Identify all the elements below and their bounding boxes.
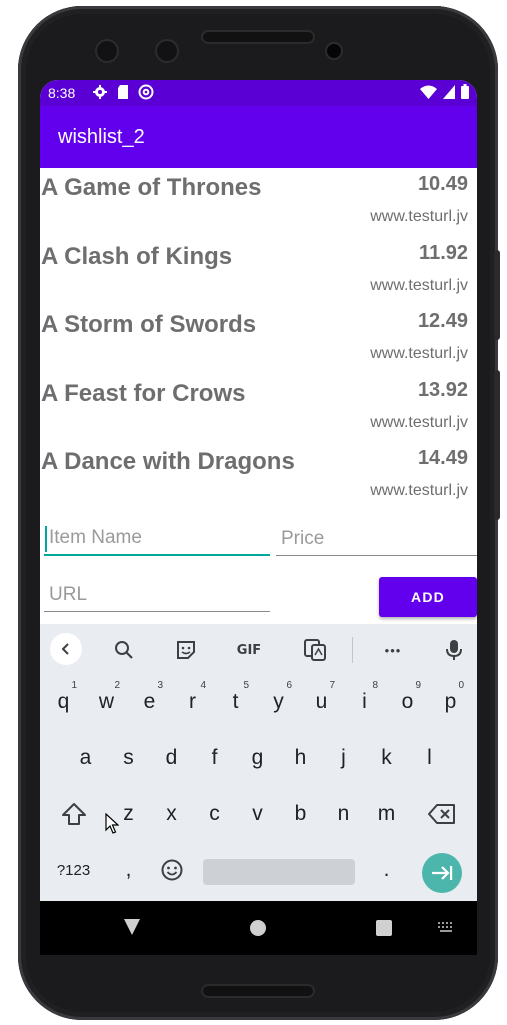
item-price: 11.92 [419,241,468,264]
key[interactable]: k [365,734,408,782]
wishlist: A Game of Thrones 10.49 www.testurl.jv A… [40,168,477,511]
space-bar[interactable] [203,859,355,885]
keyboard-row-2: a s d f g h j k l [40,734,477,790]
symbols-key[interactable]: ?123 [52,846,95,894]
url-input[interactable] [44,578,270,612]
key[interactable]: b [279,790,322,838]
navigation-bar [40,901,477,955]
more-icon[interactable]: ••• [377,635,409,665]
translate-icon[interactable] [299,635,331,665]
front-sensor [97,41,117,61]
emoji-icon[interactable] [150,846,193,894]
item-name: A Dance with Dragons [41,448,295,475]
key[interactable]: f [193,734,236,782]
status-time: 8:38 [48,85,76,101]
mic-icon[interactable] [438,635,470,665]
soft-keyboard: GIF ••• q1 w2 e3 r4 t5 y6 u7 i8 o 9 p 0 … [40,624,477,901]
battery-icon [461,84,469,99]
item-url: www.testurl.jv [370,208,468,225]
list-item[interactable]: A Clash of Kings 11.92 www.testurl.jv [40,237,477,306]
keyboard-row-4: ?123 , . [40,846,477,902]
front-camera [157,41,177,61]
list-item[interactable]: A Game of Thrones 10.49 www.testurl.jv [40,168,477,237]
key[interactable]: w2 [85,678,128,726]
volume-button [494,370,500,520]
key[interactable]: j [322,734,365,782]
proximity-sensor [327,44,341,58]
bottom-speaker [203,986,313,996]
item-price: 12.49 [417,310,468,332]
list-item[interactable]: A Feast for Crows 13.92 www.testurl.jv [40,374,477,443]
status-bar: 8:38 [40,80,477,106]
mouse-cursor-icon [105,813,119,834]
keyboard-row-1: q1 w2 e3 r4 t5 y6 u7 i8 o9 p0 [40,678,477,734]
period-key[interactable]: . [365,846,408,894]
gif-icon[interactable]: GIF [233,635,265,665]
key[interactable]: g [236,734,279,782]
item-price: 14.49 [417,447,468,469]
app-title: wishlist_2 [58,126,145,148]
key[interactable]: n [322,790,365,838]
key[interactable]: h [279,734,322,782]
key[interactable]: m [365,790,408,838]
wifi-icon [420,85,437,99]
sticker-icon[interactable] [170,635,202,665]
key[interactable]: q1 [42,678,85,726]
key[interactable]: d [150,734,193,782]
list-item[interactable]: A Dance with Dragons 14.49 www.testurl.j… [40,442,477,511]
item-url: www.testurl.jv [370,276,468,294]
key[interactable]: u7 [300,678,343,726]
at-sign-icon [138,84,154,100]
key[interactable]: e3 [128,678,171,726]
item-name: A Game of Thrones [41,174,262,201]
shift-icon[interactable] [52,790,95,838]
key[interactable]: t5 [214,678,257,726]
backspace-icon[interactable] [420,790,463,838]
comma-key[interactable]: , [107,846,150,894]
sd-card-icon [118,85,128,99]
item-name: A Feast for Crows [41,379,246,407]
key[interactable]: i8 [343,678,386,726]
key[interactable]: y6 [257,678,300,726]
enter-icon[interactable] [422,853,462,893]
list-item[interactable]: A Storm of Swords 12.49 www.testurl.jv [40,305,477,374]
key[interactable]: x [150,790,193,838]
search-icon[interactable] [108,635,140,665]
key[interactable]: r4 [171,678,214,726]
app-bar: wishlist_2 [40,106,477,168]
device-frame: 8:38 wishlist_2 A Game of Thrones 10.49 … [0,0,507,1025]
key[interactable]: v [236,790,279,838]
key[interactable]: o9 [386,678,429,726]
item-url: www.testurl.jv [370,413,468,431]
item-url: www.testurl.jv [370,345,468,362]
status-icons-left [92,84,154,100]
nav-back-icon[interactable] [123,918,141,936]
nav-home-icon[interactable] [250,920,266,936]
key[interactable]: a [64,734,107,782]
item-name: A Storm of Swords [41,311,257,338]
add-button[interactable]: ADD [379,577,477,617]
item-url: www.testurl.jv [370,482,468,499]
price-input[interactable] [276,522,477,556]
toolbar-divider [352,637,353,663]
item-price: 13.92 [417,378,468,401]
gear-icon [93,85,107,99]
key[interactable]: p0 [429,678,472,726]
key[interactable]: l [408,734,451,782]
item-price: 10.49 [417,173,468,195]
earpiece-speaker [203,32,313,42]
key[interactable]: c [193,790,236,838]
back-icon[interactable] [50,633,82,665]
item-name: A Clash of Kings [41,242,233,270]
status-icons-right [420,84,469,99]
nav-recents-icon[interactable] [376,920,392,936]
power-button [494,250,500,340]
key[interactable]: s [107,734,150,782]
text-caret [45,526,47,552]
item-name-input[interactable] [44,522,270,556]
signal-icon [443,84,455,99]
keyboard-toolbar: GIF ••• [40,624,477,674]
keyboard-switch-icon[interactable] [438,922,454,934]
